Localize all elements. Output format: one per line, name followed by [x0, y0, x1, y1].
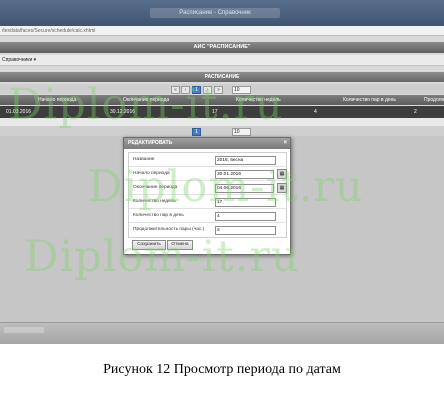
screenshot: Расписание - Справочник /texdata/faces/S… [0, 0, 444, 344]
pairs-field[interactable]: 4 [215, 212, 276, 221]
cell-pairs: 4 [314, 109, 317, 115]
close-icon[interactable]: × [283, 138, 287, 149]
footer-bar [0, 322, 444, 344]
menu-bar: Справочники ▾ [0, 55, 444, 66]
watermark-text: Diplom-it.ru [24, 232, 300, 282]
menu-directories[interactable]: Справочники ▾ [2, 55, 36, 65]
window-title: Расписание - Справочник [150, 8, 280, 18]
cell-duration: 2 [414, 109, 417, 115]
dialog-title: РЕДАКТИРОВАТЬ [128, 140, 173, 146]
watermark-text: Diplom-it.ru [8, 80, 284, 130]
column-header[interactable]: Количество пар в день [343, 95, 396, 105]
figure-caption: Рисунок 12 Просмотр периода по датам [103, 362, 341, 377]
watermark-text: Diplom-it.ru [88, 162, 364, 212]
dialog-header: РЕДАКТИРОВАТЬ × [124, 138, 290, 149]
app-title: АИС "РАСПИСАНИЕ" [0, 42, 444, 53]
column-header[interactable]: Продолжительность [424, 95, 444, 105]
address-bar[interactable]: /texdata/faces/Secure/schedule/calc.xhtm… [0, 26, 444, 36]
footer-label [4, 327, 44, 333]
browser-titlebar: Расписание - Справочник [0, 0, 444, 26]
